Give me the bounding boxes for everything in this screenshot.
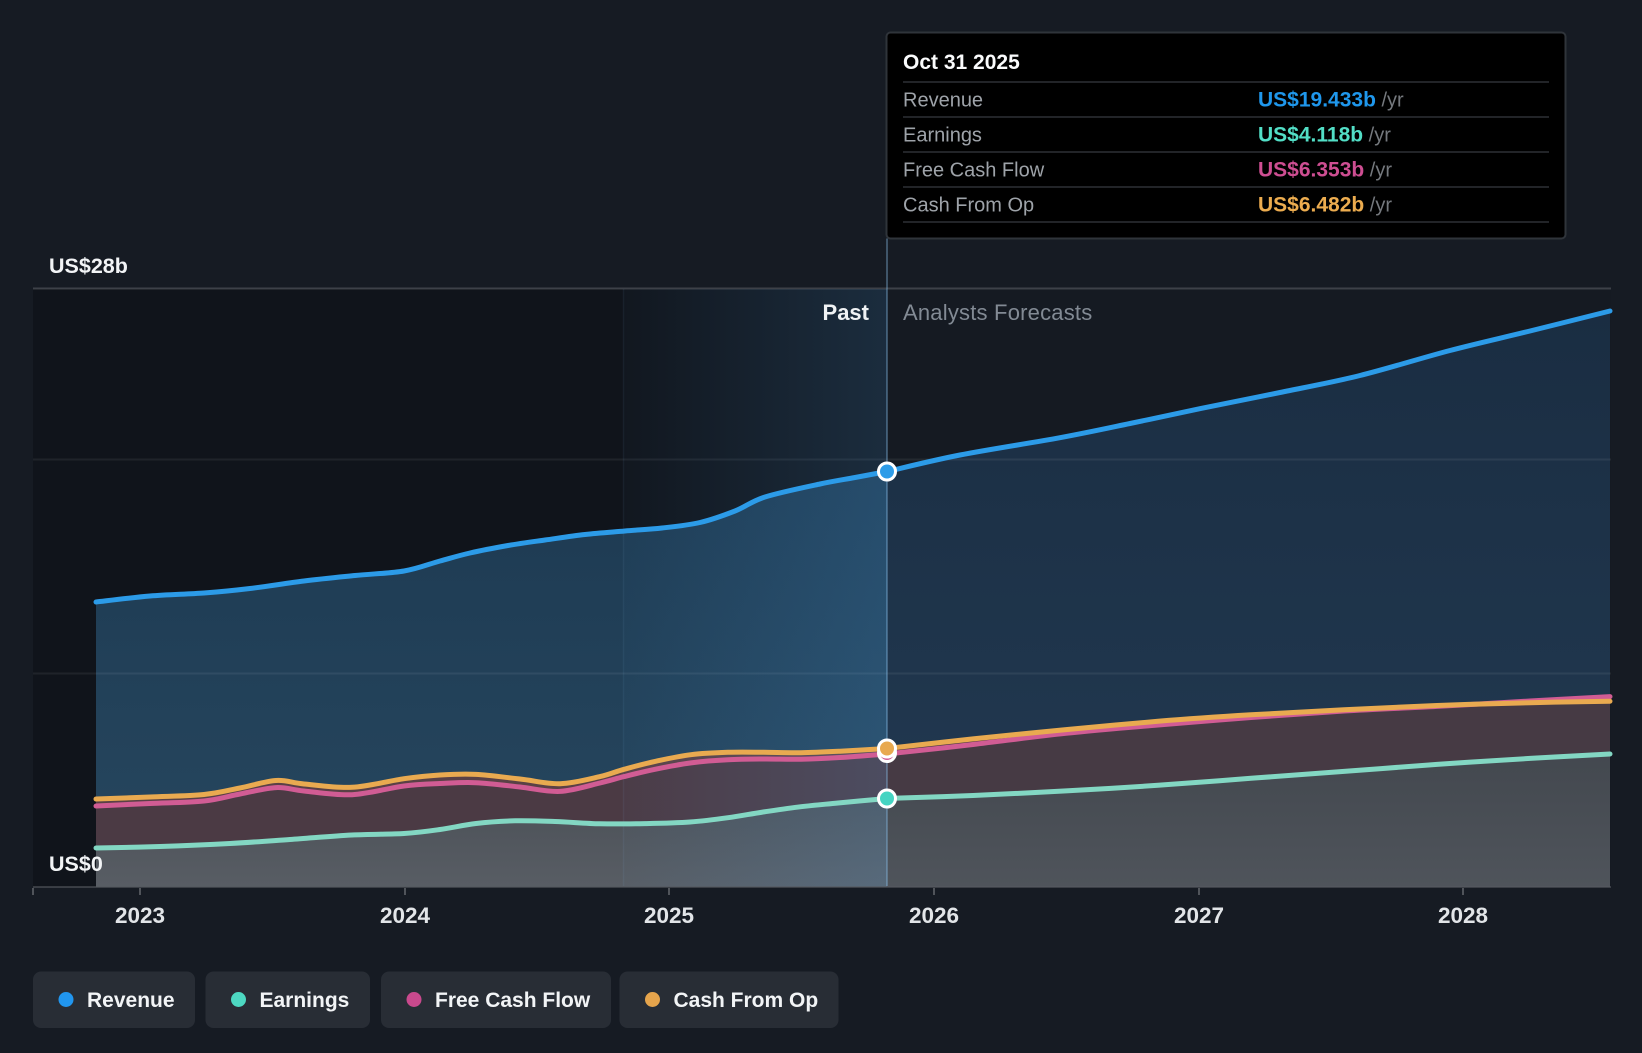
svg-text:Revenue: Revenue [87, 989, 175, 1012]
svg-text:2024: 2024 [380, 903, 431, 928]
svg-text:Past: Past [823, 300, 870, 325]
svg-text:2028: 2028 [1438, 903, 1488, 928]
svg-text:Cash From Op: Cash From Op [674, 989, 819, 1012]
svg-text:US$6.353b /yr: US$6.353b /yr [1258, 159, 1392, 182]
svg-text:Earnings: Earnings [903, 125, 982, 147]
svg-text:2023: 2023 [115, 903, 165, 928]
svg-text:Free Cash Flow: Free Cash Flow [435, 989, 591, 1012]
svg-text:2026: 2026 [909, 903, 959, 928]
svg-text:2027: 2027 [1174, 903, 1224, 928]
svg-text:Earnings: Earnings [260, 989, 350, 1012]
svg-text:US$4.118b /yr: US$4.118b /yr [1258, 124, 1391, 147]
svg-text:US$19.433b /yr: US$19.433b /yr [1258, 89, 1404, 112]
svg-text:Analysts Forecasts: Analysts Forecasts [903, 300, 1092, 325]
svg-text:Cash From Op: Cash From Op [903, 195, 1034, 217]
svg-text:US$6.482b /yr: US$6.482b /yr [1258, 194, 1392, 217]
svg-text:US$0: US$0 [49, 852, 103, 876]
svg-text:US$28b: US$28b [49, 254, 128, 278]
svg-text:2025: 2025 [644, 903, 694, 928]
svg-text:Revenue: Revenue [903, 90, 983, 112]
svg-text:Oct 31 2025: Oct 31 2025 [903, 51, 1020, 74]
svg-text:Free Cash Flow: Free Cash Flow [903, 160, 1045, 182]
